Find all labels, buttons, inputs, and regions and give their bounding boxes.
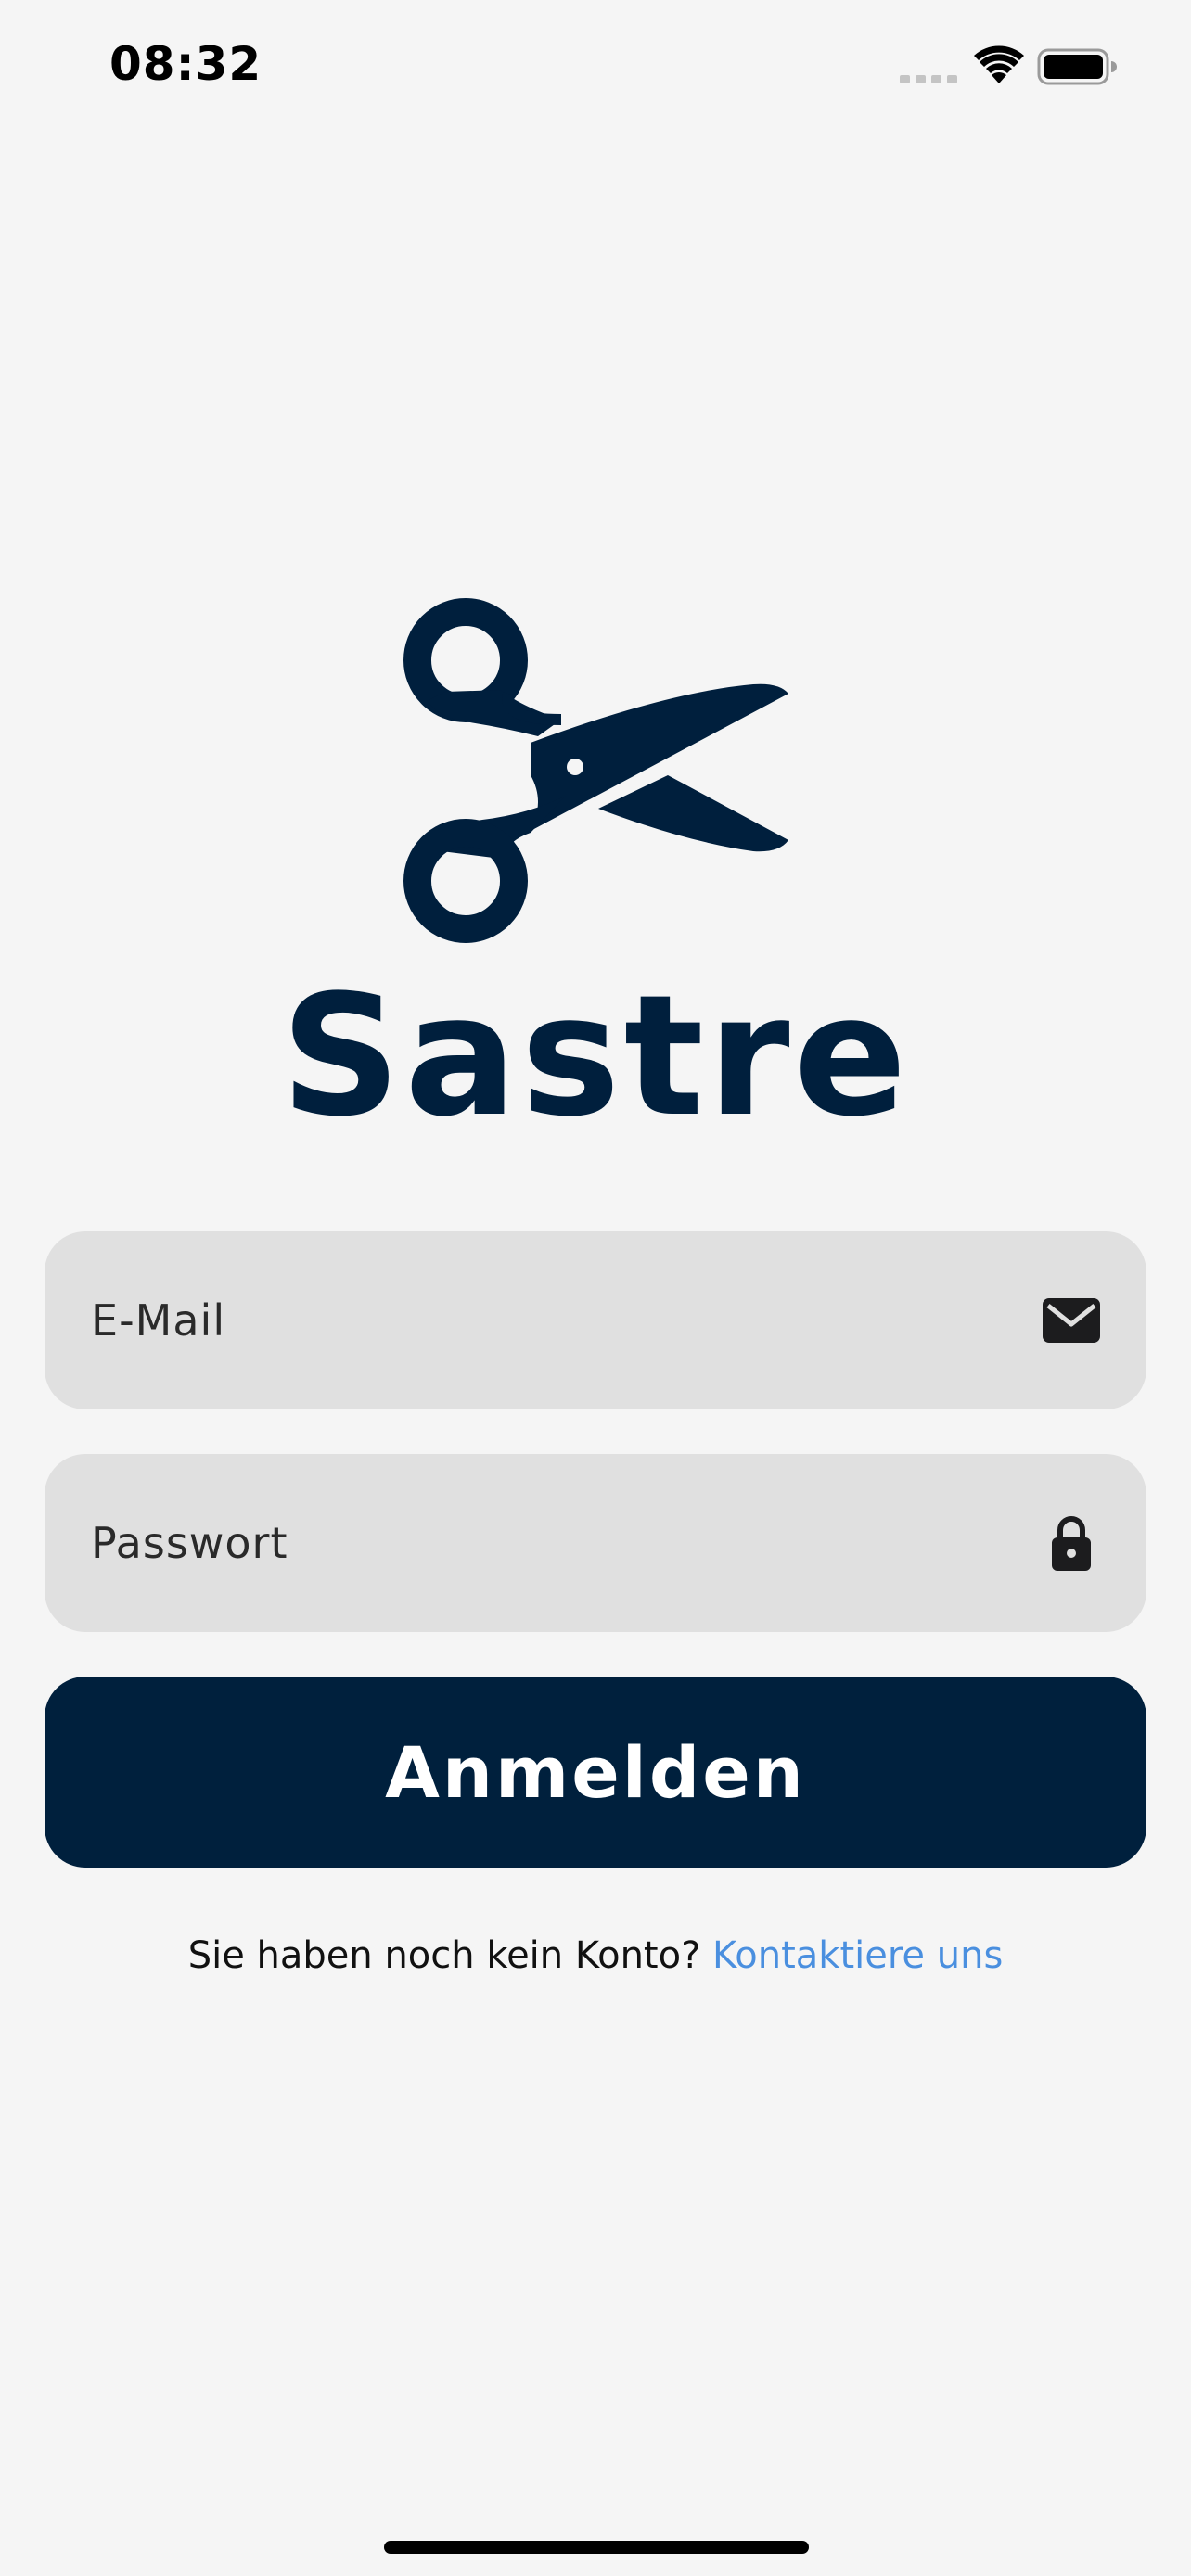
lock-icon — [1052, 1516, 1091, 1571]
password-input[interactable] — [91, 1454, 1018, 1632]
brand-name: Sastre — [280, 960, 911, 1154]
battery-icon — [1037, 48, 1117, 85]
status-time: 08:32 — [109, 37, 263, 91]
home-indicator[interactable] — [384, 2541, 809, 2554]
cellular-signal-icon — [900, 75, 957, 83]
wifi-icon — [974, 45, 1024, 83]
email-input[interactable] — [91, 1231, 1018, 1409]
scissors-icon — [403, 598, 788, 943]
status-bar: 08:32 — [0, 0, 1191, 130]
password-field[interactable] — [45, 1454, 1146, 1632]
login-button[interactable]: Anmelden — [45, 1677, 1146, 1868]
contact-us-link[interactable]: Kontaktiere uns — [712, 1934, 1003, 1977]
email-field[interactable] — [45, 1231, 1146, 1409]
signup-prompt: Sie haben noch kein Konto? — [187, 1934, 713, 1977]
mail-icon — [1043, 1298, 1100, 1343]
signup-row: Sie haben noch kein Konto? Kontaktiere u… — [0, 1934, 1191, 1977]
